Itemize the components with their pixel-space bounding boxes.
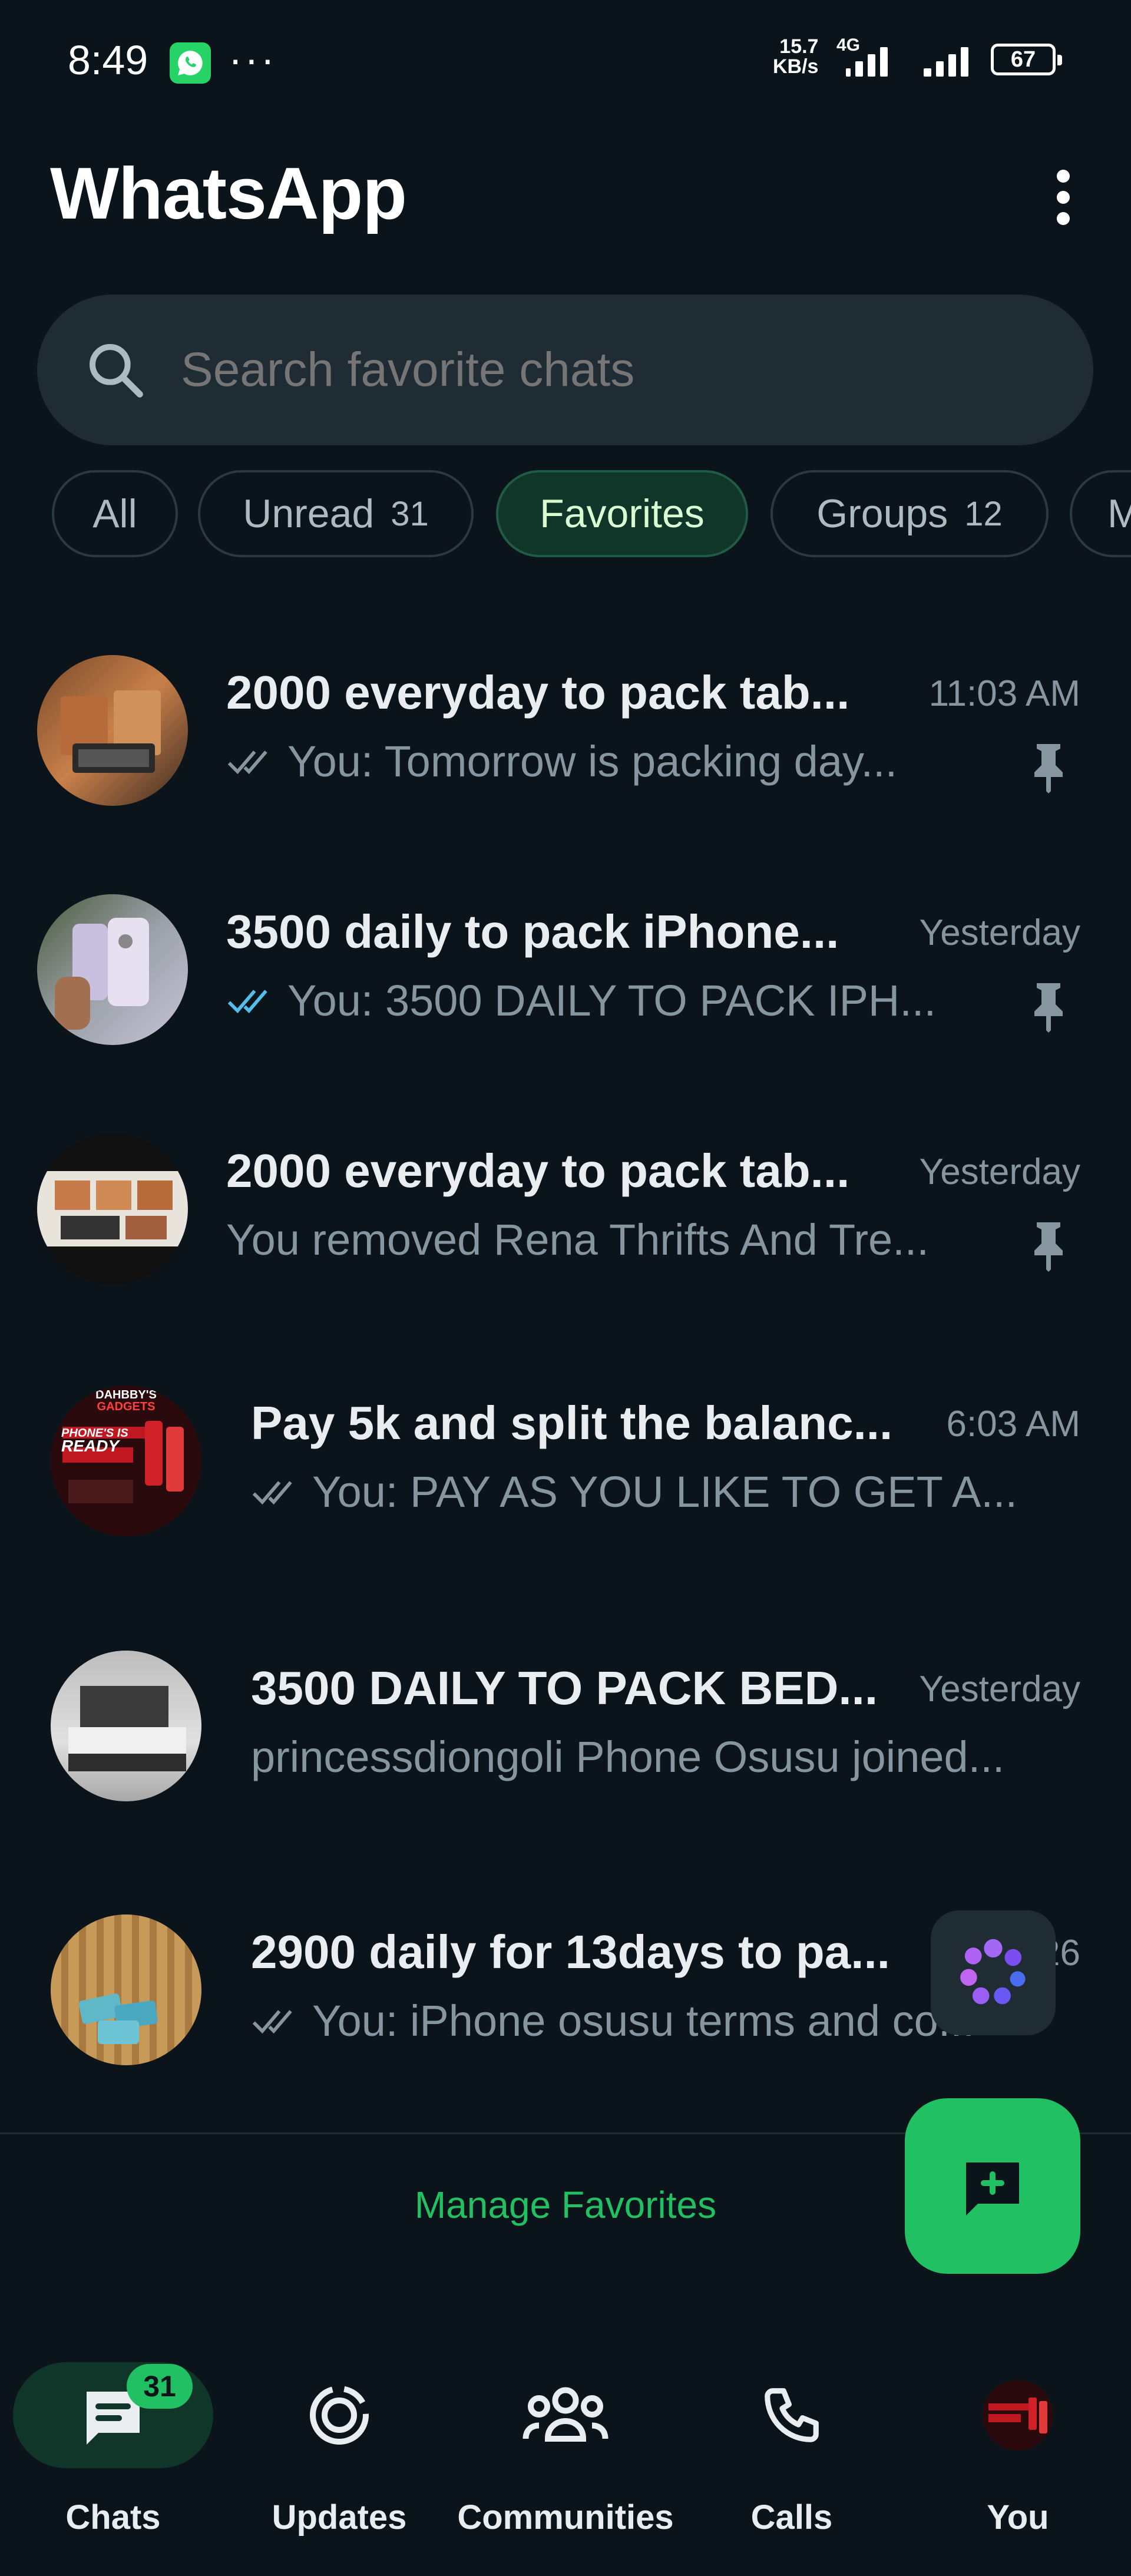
chat-preview-text: You: Tomorrow is packing day... — [287, 737, 898, 786]
chat-row[interactable]: DAHBBY'S GADGETS PHONE'S IS READY Pay 5k… — [0, 1373, 1131, 1549]
nav-calls[interactable]: Calls — [679, 2327, 905, 2576]
nav-label: Updates — [272, 2498, 407, 2537]
profile-avatar — [983, 2380, 1053, 2451]
nav-label: Calls — [750, 2498, 833, 2537]
chat-name: 3500 daily to pack iPhone... — [226, 905, 839, 958]
status-bar: 8:49 ··· 15.7 KB/s 4G 67 — [0, 0, 1131, 124]
chat-row[interactable]: 3500 daily to pack iPhone... Yesterday Y… — [0, 881, 1131, 1058]
chat-preview: You: Tomorrow is packing day... — [226, 736, 897, 786]
nav-you-pill — [918, 2362, 1118, 2468]
chat-preview-text: You removed Rena Thrifts And Tre... — [226, 1215, 929, 1264]
chat-row[interactable]: 3500 DAILY TO PACK BED... Yesterday prin… — [0, 1638, 1131, 1814]
more-notifications-icon: ··· — [229, 36, 277, 82]
chat-preview: You removed Rena Thrifts And Tre... — [226, 1215, 929, 1265]
nav-label: Chats — [65, 2498, 161, 2537]
chat-preview: You: PAY AS YOU LIKE TO GET A... — [251, 1467, 1017, 1517]
avatar-caption: DAHBBY'S GADGETS — [95, 1388, 157, 1413]
chat-time: 11:03 AM — [928, 673, 1080, 714]
battery-level: 67 — [1010, 47, 1036, 72]
chat-avatar — [51, 1651, 201, 1801]
chat-time: Yesterday — [919, 1669, 1080, 1709]
filter-chip-all[interactable]: All — [52, 470, 178, 557]
read-ticks-icon — [227, 750, 267, 774]
new-chat-icon — [966, 2162, 1019, 2215]
unread-badge: 31 — [127, 2364, 193, 2409]
meta-ai-icon — [960, 1939, 1026, 2005]
filter-chip-count: 12 — [964, 494, 1003, 533]
chat-preview: princessdiongoli Phone Osusu joined... — [251, 1732, 1004, 1782]
meta-ai-button[interactable] — [931, 1910, 1056, 2035]
chat-avatar — [51, 1914, 201, 2065]
chat-preview-text: You: iPhone osusu terms and co... — [312, 1996, 975, 2045]
chat-name: 2000 everyday to pack tab... — [226, 666, 850, 719]
nav-communities[interactable]: Communities — [452, 2327, 679, 2576]
communities-icon — [522, 2387, 609, 2442]
network-speed: 15.7 KB/s — [773, 37, 818, 77]
chat-preview: You: 3500 DAILY TO PACK IPH... — [226, 975, 936, 1026]
chat-preview-text: You: PAY AS YOU LIKE TO GET A... — [312, 1467, 1018, 1516]
pin-icon — [1034, 983, 1063, 1033]
chat-name: 2000 everyday to pack tab... — [226, 1145, 850, 1197]
nav-updates[interactable]: Updates — [226, 2327, 452, 2576]
search-bar[interactable] — [37, 295, 1093, 445]
filter-chips: All Unread 31 Favorites Groups 12 M — [0, 470, 1131, 560]
bottom-navigation: 31 Chats Updates Communities Calls You — [0, 2327, 1131, 2576]
pin-icon — [1034, 1222, 1063, 1272]
chat-name: 3500 DAILY TO PACK BED... — [251, 1662, 878, 1714]
phone-icon — [765, 2388, 819, 2442]
filter-chip-label: M — [1107, 491, 1131, 536]
chat-avatar — [37, 894, 188, 1045]
avatar-caption-2: PHONE'S IS READY — [61, 1427, 128, 1455]
chat-preview-text: princessdiongoli Phone Osusu joined... — [251, 1732, 1005, 1781]
read-ticks-icon — [227, 989, 267, 1013]
filter-chip-favorites[interactable]: Favorites — [496, 470, 748, 557]
app-title: WhatsApp — [50, 153, 407, 234]
search-icon — [90, 344, 143, 398]
chat-time: 6:03 AM — [946, 1404, 1080, 1444]
whatsapp-notification-icon — [170, 42, 211, 84]
chat-avatar — [37, 1133, 188, 1284]
new-chat-button[interactable] — [905, 2098, 1080, 2274]
chat-time: Yesterday — [919, 912, 1080, 953]
signal-icon-2 — [924, 41, 968, 77]
network-speed-value: 15.7 — [779, 35, 819, 58]
filter-chip-more[interactable]: M — [1070, 470, 1131, 557]
nav-updates-pill — [239, 2362, 439, 2468]
nav-communities-pill — [465, 2362, 666, 2468]
chat-time: Yesterday — [919, 1152, 1080, 1192]
filter-chip-groups[interactable]: Groups 12 — [770, 470, 1049, 557]
battery-icon: 67 — [991, 44, 1062, 75]
read-ticks-icon — [252, 2009, 292, 2033]
status-time: 8:49 — [68, 37, 148, 83]
chat-name: 2900 daily for 13days to pa... — [251, 1926, 890, 1978]
chat-preview-text: You: 3500 DAILY TO PACK IPH... — [287, 976, 937, 1025]
network-speed-unit: KB/s — [773, 55, 819, 78]
search-input[interactable] — [180, 342, 1007, 398]
chat-row[interactable]: 2000 everyday to pack tab... Yesterday Y… — [0, 1120, 1131, 1297]
updates-icon — [310, 2386, 369, 2445]
filter-chip-unread[interactable]: Unread 31 — [198, 470, 474, 557]
nav-calls-pill — [692, 2362, 892, 2468]
filter-chip-label: All — [92, 491, 137, 536]
nav-chats[interactable]: 31 Chats — [0, 2327, 226, 2576]
pin-icon — [1034, 744, 1063, 793]
chat-avatar — [37, 655, 188, 806]
filter-chip-label: Unread — [243, 491, 375, 536]
chat-row[interactable]: 2000 everyday to pack tab... 11:03 AM Yo… — [0, 642, 1131, 819]
filter-chip-label: Favorites — [540, 491, 705, 536]
more-options-icon[interactable] — [1043, 165, 1084, 230]
chat-avatar: DAHBBY'S GADGETS PHONE'S IS READY — [51, 1385, 201, 1536]
filter-chip-label: Groups — [816, 491, 948, 536]
nav-label: You — [987, 2498, 1049, 2537]
filter-chip-count: 31 — [391, 494, 429, 533]
signal-icon — [846, 41, 888, 77]
chat-name: Pay 5k and split the balanc... — [251, 1397, 893, 1449]
nav-you[interactable]: You — [905, 2327, 1131, 2576]
nav-label: Communities — [457, 2498, 674, 2537]
chat-preview: You: iPhone osusu terms and co... — [251, 1996, 974, 2046]
read-ticks-icon — [252, 1480, 292, 1504]
